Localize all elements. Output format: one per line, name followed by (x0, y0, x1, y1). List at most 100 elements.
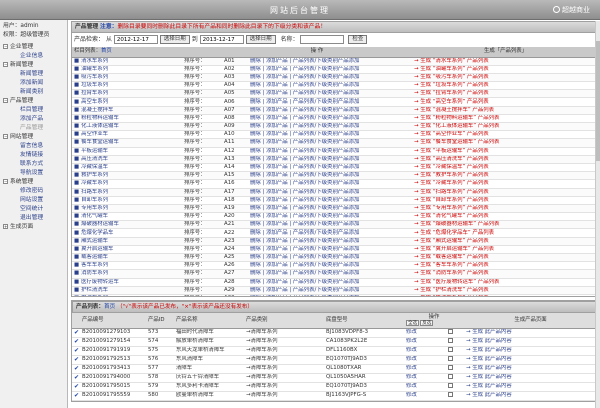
product-list-link[interactable]: 产品列表/下级类别产品添加 (293, 230, 360, 236)
sidebar-item[interactable]: 留言信息 (0, 142, 67, 151)
delete-link[interactable]: 删除 (250, 131, 261, 137)
category-name[interactable]: 护栏清洗车 (81, 287, 108, 293)
generate-category-link[interactable]: 高压清洗车 (436, 156, 463, 162)
generate-suffix[interactable]: 产品列表 (478, 221, 500, 227)
generate-product-prefix[interactable]: → 生成 (466, 356, 483, 362)
edit-product-link[interactable]: 修改 (404, 328, 426, 338)
add-product-link[interactable]: 添加产品 (266, 115, 288, 121)
delete-link[interactable]: 删除 (250, 221, 261, 227)
product-home-link[interactable]: 首页 (104, 304, 115, 310)
category-name[interactable]: 载客运输车 (81, 254, 108, 260)
generate-suffix[interactable]: 产品列表 (467, 156, 489, 162)
generate-category-link[interactable]: 翼开启运输车 (436, 246, 468, 252)
add-product-link[interactable]: 添加产品 (266, 230, 288, 236)
category-name[interactable]: 油罐车系列 (81, 66, 108, 72)
generate-product-link[interactable]: 此产品内容 (485, 338, 512, 344)
delete-link[interactable]: 删除 (250, 156, 261, 162)
expand-icon[interactable]: − (3, 44, 8, 49)
edit-product-link[interactable]: 修改 (404, 355, 426, 365)
product-list-link[interactable]: 产品列表/下级类别产品添加 (293, 246, 360, 252)
category-name[interactable]: 吸污车系列 (81, 74, 108, 80)
delete-link[interactable]: 删除 (250, 262, 261, 268)
generate-suffix[interactable]: 产品列表 (467, 270, 489, 276)
sidebar-item[interactable]: 导航设置 (0, 169, 67, 178)
product-list-link[interactable]: 产品列表/下级类别产品添加 (293, 270, 360, 276)
category-name[interactable]: 冷藏车系列 (81, 180, 108, 186)
generate-category-link[interactable]: 高空车系列 (436, 99, 463, 105)
generate-suffix[interactable]: 产品列表 (467, 58, 489, 64)
scrollbar-thumb[interactable] (596, 41, 600, 161)
category-name[interactable]: 清水车系列 (81, 58, 108, 64)
category-name[interactable]: 化工液体运输车 (81, 123, 119, 129)
sidebar-item[interactable]: 空间统计 (0, 205, 67, 214)
product-list-link[interactable]: 产品列表/下级类别产品添加 (293, 156, 360, 162)
add-product-link[interactable]: 添加产品 (266, 221, 288, 227)
add-product-link[interactable]: 添加产品 (266, 131, 288, 137)
search-submit-button[interactable]: 检查 (348, 35, 368, 44)
generate-product-prefix[interactable]: → 生成 (466, 329, 483, 335)
product-list-link[interactable]: 产品列表/下级类别产品添加 (293, 189, 360, 195)
generate-suffix[interactable]: 产品列表 (467, 74, 489, 80)
product-list-link[interactable]: 产品列表/下级类别产品添加 (293, 90, 360, 96)
sidebar-group[interactable]: − 系统管理 (0, 178, 67, 187)
sidebar-item[interactable]: 产品管理 (0, 124, 67, 133)
add-product-link[interactable]: 添加产品 (266, 279, 288, 285)
product-list-link[interactable]: 产品列表/下级类别产品添加 (293, 262, 360, 268)
date-to-input[interactable] (199, 35, 244, 44)
delete-link[interactable]: 删除 (250, 295, 261, 296)
delete-link[interactable]: 删除 (250, 246, 261, 252)
expand-icon[interactable]: − (3, 62, 8, 67)
category-name[interactable]: 自卸车系列 (81, 197, 108, 203)
generate-category-link[interactable]: 平板运输车 (436, 148, 463, 154)
generate-category-link[interactable]: 吸污车系列 (436, 74, 463, 80)
generate-suffix[interactable]: 产品列表 (467, 82, 489, 88)
generate-category-link[interactable]: 清水车系列 (436, 58, 463, 64)
category-name[interactable]: 垃圾车系列 (81, 82, 108, 88)
category-name[interactable]: 高压清洗车 (81, 156, 108, 162)
delete-link[interactable]: 删除 (250, 189, 261, 195)
delete-link[interactable]: 删除 (250, 123, 261, 129)
product-list-link[interactable]: 产品列表/下级类别产品添加 (293, 164, 360, 170)
generate-product-prefix[interactable]: → 生成 (466, 392, 483, 398)
category-name[interactable]: 救护车系列 (81, 172, 108, 178)
pick-from-date-button[interactable]: 选择日期 (159, 35, 190, 44)
add-product-link[interactable]: 添加产品 (266, 270, 288, 276)
product-list-link[interactable]: 产品列表/下级类别产品添加 (293, 238, 360, 244)
add-product-link[interactable]: 添加产品 (266, 58, 288, 64)
sidebar-item[interactable]: 网站设置 (0, 196, 67, 205)
generate-suffix[interactable]: 产品列表 (478, 139, 500, 145)
expand-icon[interactable]: + (3, 224, 8, 229)
generate-suffix[interactable]: 产品列表 (467, 148, 489, 154)
category-name[interactable]: 餐车食堂运输车 (81, 139, 119, 145)
generate-product-prefix[interactable]: → 生成 (466, 365, 483, 371)
generate-category-link[interactable]: 冷藏车系列 (436, 180, 463, 186)
edit-product-link[interactable]: 修改 (404, 391, 426, 401)
delete-link[interactable]: 删除 (250, 172, 261, 178)
sidebar-group-label[interactable]: 企业管理 (10, 44, 33, 50)
generate-category-link[interactable]: 消防车系列 (436, 270, 463, 276)
generate-suffix[interactable]: 产品列表 (472, 107, 494, 113)
product-list-link[interactable]: 产品列表/下级类别产品添加 (293, 254, 360, 260)
delete-link[interactable]: 删除 (250, 197, 261, 203)
generate-product-link[interactable]: 此产品内容 (485, 329, 512, 335)
generate-category-link[interactable]: 厢式运输车 (436, 238, 463, 244)
generate-suffix[interactable]: 产品列表 (467, 189, 489, 195)
page-scrollbar[interactable] (595, 21, 600, 408)
edit-product-link[interactable]: 修改 (404, 337, 426, 347)
delete-link[interactable]: 删除 (250, 213, 261, 219)
generate-suffix[interactable]: 产品列表 (467, 180, 489, 186)
category-name[interactable]: 爆破器材运输车 (81, 221, 119, 227)
category-name[interactable]: 翼开启运输车 (81, 246, 113, 252)
category-name[interactable]: 高空车系列 (81, 99, 108, 105)
generate-product-link[interactable]: 此产品内容 (485, 356, 512, 362)
product-checkbox[interactable] (448, 347, 453, 352)
edit-product-link[interactable]: 修改 (404, 346, 426, 356)
category-name[interactable]: 厢式运输车 (81, 238, 108, 244)
generate-product-link[interactable]: 此产品内容 (485, 383, 512, 389)
sidebar-group-label[interactable]: 系统管理 (10, 179, 33, 185)
delete-link[interactable]: 删除 (250, 238, 261, 244)
category-name[interactable]: 清化气罐车 (81, 213, 108, 219)
add-product-link[interactable]: 添加产品 (266, 148, 288, 154)
generate-suffix[interactable]: 产品列表 (472, 230, 494, 236)
generate-category-link[interactable]: 餐车食堂运输车 (436, 139, 474, 145)
